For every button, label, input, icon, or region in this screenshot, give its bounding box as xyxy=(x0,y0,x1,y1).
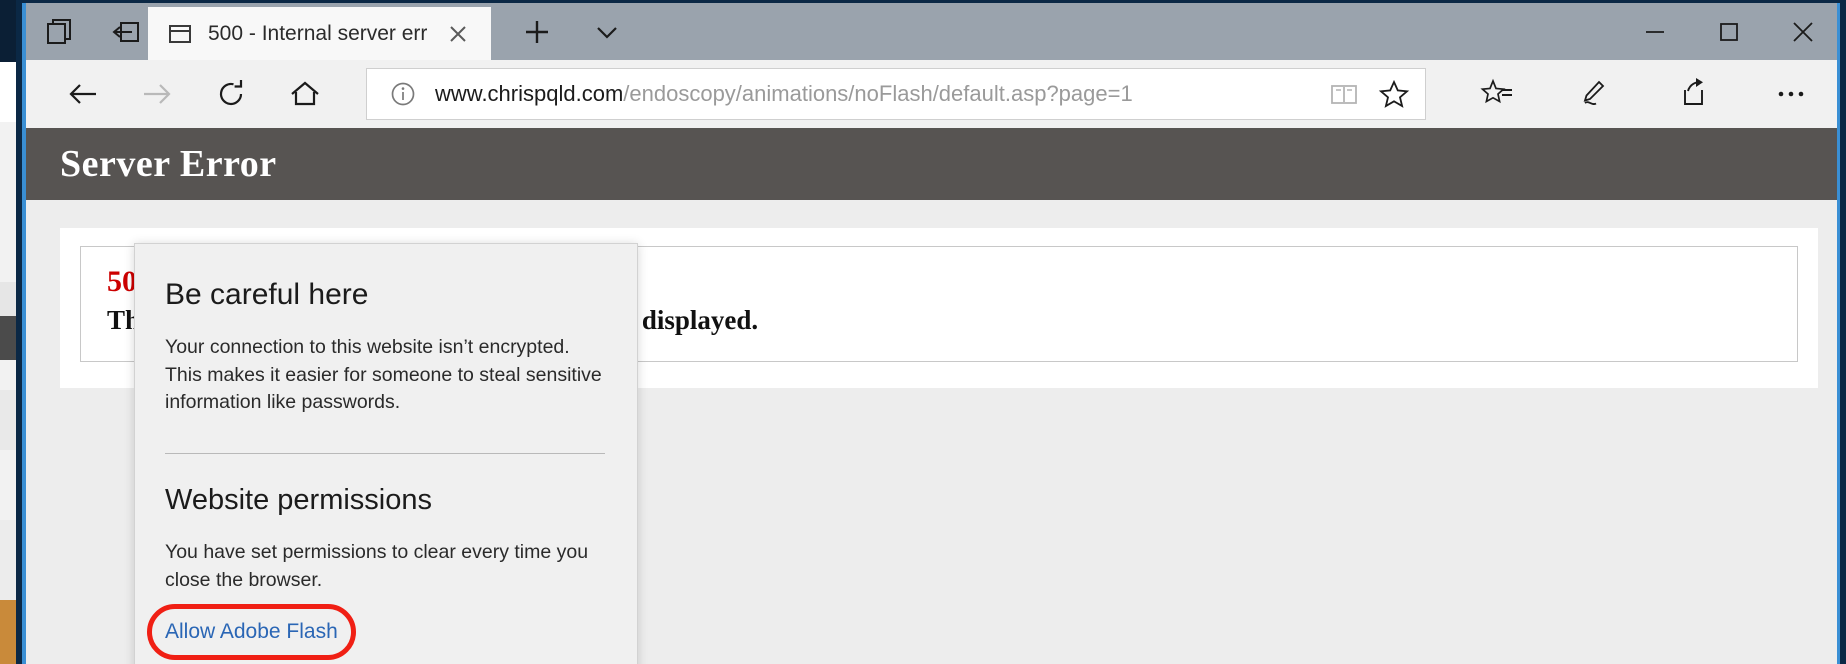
permissions-heading: Website permissions xyxy=(165,484,433,517)
title-bar-drag-area xyxy=(629,3,1618,60)
site-info-icon[interactable] xyxy=(387,78,419,110)
home-button[interactable] xyxy=(274,68,336,120)
window-accent-edge-right xyxy=(1837,3,1840,664)
back-button[interactable] xyxy=(52,68,114,120)
allow-flash-wrapper: Allow Adobe Flash xyxy=(147,604,356,661)
forward-button[interactable] xyxy=(126,68,188,120)
settings-more-icon[interactable] xyxy=(1760,68,1822,120)
flyout-divider xyxy=(165,453,605,455)
page-header-bar: Server Error xyxy=(22,128,1840,200)
hub-icon[interactable] xyxy=(1466,68,1528,120)
share-icon[interactable] xyxy=(1662,68,1724,120)
permissions-body-text: You have set permissions to clear every … xyxy=(165,541,589,591)
tab-strip-actions xyxy=(491,3,629,60)
toolbar-right-buttons xyxy=(1466,68,1822,120)
web-note-icon[interactable] xyxy=(1564,68,1626,120)
page-title: Server Error xyxy=(60,143,277,185)
page-viewport: Server Error 500 The page you are lookin… xyxy=(22,128,1840,664)
minimize-button[interactable] xyxy=(1618,3,1692,60)
address-bar-host: www.chrispqld.com xyxy=(435,81,624,106)
window-accent-edge-left xyxy=(22,3,26,664)
security-heading: Be careful here xyxy=(165,278,369,311)
restore-tabs-icon[interactable] xyxy=(104,10,148,54)
add-favorite-icon[interactable] xyxy=(1373,73,1415,115)
tab-dropdown-icon[interactable] xyxy=(585,10,629,54)
address-bar-url: www.chrispqld.com/endoscopy/animations/n… xyxy=(435,81,1315,107)
browser-tab-active[interactable]: 500 - Internal server err xyxy=(148,7,492,60)
page-icon xyxy=(168,22,192,46)
desktop-background-strip xyxy=(0,0,16,664)
set-tabs-aside-icon[interactable] xyxy=(38,10,82,54)
navigation-toolbar: www.chrispqld.com/endoscopy/animations/n… xyxy=(22,60,1840,128)
security-body-text: Your connection to this website isn’t en… xyxy=(165,336,602,414)
title-bar-left-buttons xyxy=(22,3,148,60)
close-tab-icon[interactable] xyxy=(443,19,473,49)
refresh-button[interactable] xyxy=(200,68,262,120)
reading-view-icon[interactable] xyxy=(1323,73,1365,115)
browser-screenshot: 500 - Internal server err www.chrispqld.… xyxy=(0,0,1846,664)
browser-window: 500 - Internal server err www.chrispqld.… xyxy=(16,0,1846,664)
tab-title: 500 - Internal server err xyxy=(208,21,428,45)
address-bar[interactable]: www.chrispqld.com/endoscopy/animations/n… xyxy=(366,68,1426,120)
title-bar: 500 - Internal server err xyxy=(22,3,1840,60)
new-tab-icon[interactable] xyxy=(515,10,559,54)
allow-adobe-flash-link[interactable]: Allow Adobe Flash xyxy=(165,620,338,644)
site-info-flyout: Be careful here Your connection to this … xyxy=(134,243,638,664)
maximize-button[interactable] xyxy=(1692,3,1766,60)
address-bar-path: /endoscopy/animations/noFlash/default.as… xyxy=(623,81,1133,106)
window-controls xyxy=(1618,3,1840,60)
close-window-button[interactable] xyxy=(1766,3,1840,60)
